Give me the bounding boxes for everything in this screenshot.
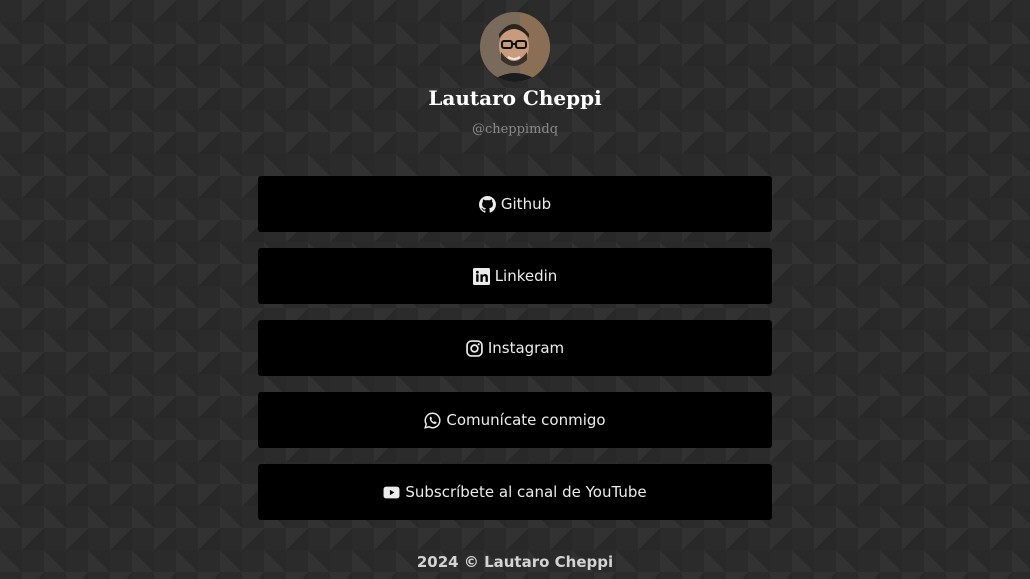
linkedin-link-button[interactable]: Linkedin xyxy=(258,248,772,304)
profile-name: Lautaro Cheppi xyxy=(428,86,602,110)
profile-header: Lautaro Cheppi @cheppimdq xyxy=(0,12,1030,139)
linkedin-link-label: Linkedin xyxy=(494,267,558,285)
github-link-button[interactable]: Github xyxy=(258,176,772,232)
github-link-label: Github xyxy=(500,195,552,213)
whatsapp-icon xyxy=(424,412,441,429)
linkedin-icon xyxy=(472,267,490,285)
whatsapp-link-label: Comunícate conmigo xyxy=(446,411,606,429)
youtube-link-button[interactable]: Subscríbete al canal de YouTube xyxy=(258,464,772,520)
youtube-link-label: Subscríbete al canal de YouTube xyxy=(405,483,647,501)
instagram-icon xyxy=(466,339,483,357)
whatsapp-link-button[interactable]: Comunícate conmigo xyxy=(258,392,772,448)
avatar xyxy=(480,12,550,82)
youtube-icon xyxy=(383,484,400,501)
instagram-link-button[interactable]: Instagram xyxy=(258,320,772,376)
footer-copyright: 2024 © Lautaro Cheppi xyxy=(416,553,614,571)
profile-handle: @cheppimdq xyxy=(471,122,559,137)
link-list: Github Linkedin Instagram Comunícate con… xyxy=(258,176,772,536)
github-icon xyxy=(478,195,496,213)
instagram-link-label: Instagram xyxy=(487,339,565,357)
